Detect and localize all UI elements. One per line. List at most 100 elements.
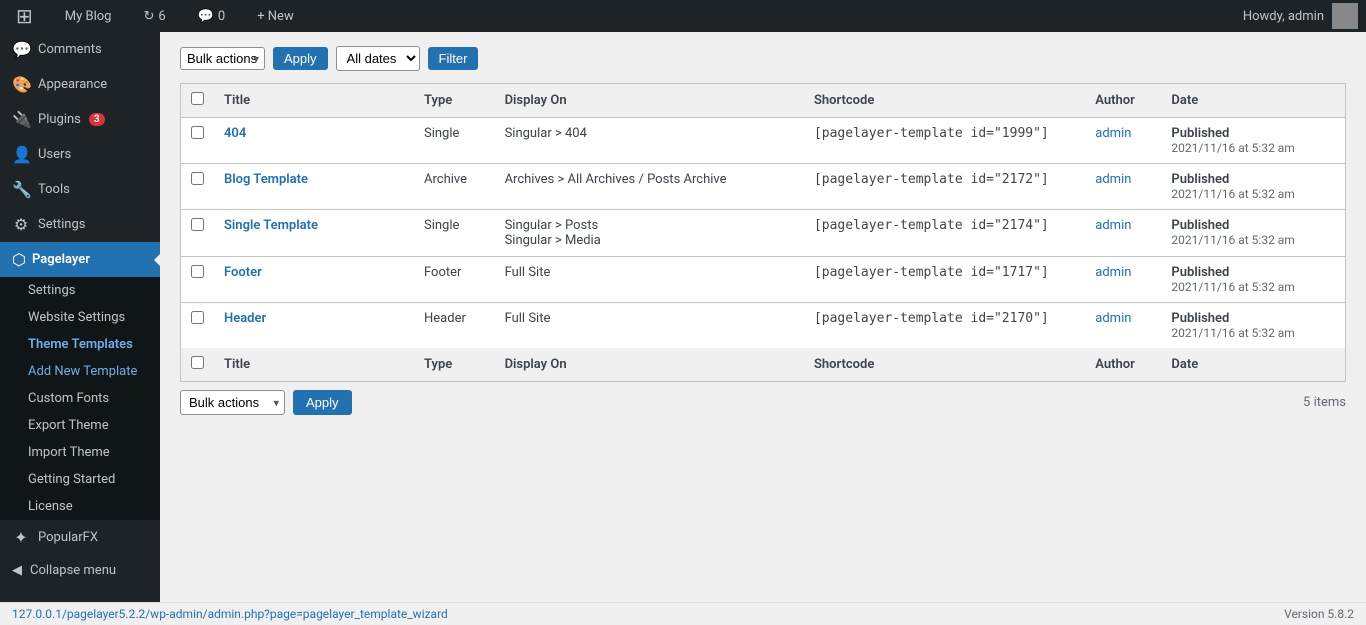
filter-button[interactable]: Filter xyxy=(428,47,479,70)
submenu-website-settings[interactable]: Website Settings xyxy=(0,304,160,331)
collapse-icon: ◀ xyxy=(12,563,22,578)
updates-item[interactable]: ↻ 6 xyxy=(135,0,173,32)
col-check-all-bottom[interactable] xyxy=(181,348,215,382)
collapse-menu-button[interactable]: ◀ Collapse menu xyxy=(0,555,160,586)
row-date: 2021/11/16 at 5:32 am xyxy=(1171,280,1335,294)
row-shortcode-cell: [pagelayer-template id="1999"] xyxy=(804,118,1085,164)
col-author-bottom[interactable]: Author xyxy=(1085,348,1161,382)
new-content[interactable]: + New xyxy=(249,0,302,32)
sidebar-item-popularfx[interactable]: ✦ PopularFX xyxy=(0,520,160,555)
col-shortcode[interactable]: Shortcode xyxy=(804,84,1085,118)
row-checkbox-cell[interactable] xyxy=(181,210,215,257)
row-type-cell: Header xyxy=(414,303,495,349)
comments-icon: 💬 xyxy=(12,40,30,59)
tools-icon: 🔧 xyxy=(12,180,30,199)
collapse-label: Collapse menu xyxy=(30,563,116,578)
sidebar-settings-label: Settings xyxy=(38,217,85,232)
submenu-add-new-template[interactable]: Add New Template xyxy=(0,358,160,385)
row-author-link[interactable]: admin xyxy=(1095,311,1131,326)
row-type-cell: Archive xyxy=(414,164,495,210)
row-title-link[interactable]: Blog Template xyxy=(224,172,308,187)
row-title-link[interactable]: Header xyxy=(224,311,266,326)
row-author-link[interactable]: admin xyxy=(1095,126,1131,141)
new-label: + New xyxy=(257,9,294,24)
appearance-icon: 🎨 xyxy=(12,75,30,94)
row-title-link[interactable]: Single Template xyxy=(224,218,318,233)
sidebar-item-plugins[interactable]: 🔌 Plugins 3 xyxy=(0,102,160,137)
check-all-bottom-checkbox[interactable] xyxy=(191,356,204,369)
col-date-bottom[interactable]: Date xyxy=(1161,348,1345,382)
sidebar-item-users[interactable]: 👤 Users xyxy=(0,137,160,172)
row-status: Published xyxy=(1171,126,1335,141)
row-author-link[interactable]: admin xyxy=(1095,218,1131,233)
row-author-link[interactable]: admin xyxy=(1095,265,1131,280)
submenu-import-theme[interactable]: Import Theme xyxy=(0,439,160,466)
tablenav-bottom: Bulk actions Apply 5 items xyxy=(180,390,1346,415)
sidebar-item-appearance[interactable]: 🎨 Appearance xyxy=(0,67,160,102)
site-name[interactable]: My Blog xyxy=(57,0,120,32)
submenu-license[interactable]: License xyxy=(0,493,160,520)
submenu-theme-templates[interactable]: Theme Templates xyxy=(0,331,160,358)
row-checkbox-cell[interactable] xyxy=(181,118,215,164)
row-checkbox[interactable] xyxy=(191,311,204,324)
row-title-cell: Footer xyxy=(214,257,414,303)
avatar[interactable] xyxy=(1332,3,1358,29)
col-type-bottom[interactable]: Type xyxy=(414,348,495,382)
row-shortcode-cell: [pagelayer-template id="1717"] xyxy=(804,257,1085,303)
row-title-cell: Blog Template xyxy=(214,164,414,210)
col-title[interactable]: Title xyxy=(214,84,414,118)
col-type[interactable]: Type xyxy=(414,84,495,118)
row-title-cell: Header xyxy=(214,303,414,349)
row-author-link[interactable]: admin xyxy=(1095,172,1131,187)
tablenav-bottom-left: Bulk actions Apply xyxy=(180,390,352,415)
submenu-settings[interactable]: Settings xyxy=(0,277,160,304)
col-author[interactable]: Author xyxy=(1085,84,1161,118)
row-checkbox[interactable] xyxy=(191,172,204,185)
comments-item[interactable]: 💬 0 xyxy=(190,0,234,32)
row-shortcode-cell: [pagelayer-template id="2174"] xyxy=(804,210,1085,257)
submenu-export-theme[interactable]: Export Theme xyxy=(0,412,160,439)
col-display-on-bottom[interactable]: Display On xyxy=(495,348,804,382)
table-body: 404 Single Singular > 404 [pagelayer-tem… xyxy=(181,118,1346,349)
check-all-checkbox[interactable] xyxy=(191,92,204,105)
col-title-bottom[interactable]: Title xyxy=(214,348,414,382)
row-date-cell: Published 2021/11/16 at 5:32 am xyxy=(1161,257,1345,303)
row-checkbox-cell[interactable] xyxy=(181,257,215,303)
sidebar-item-settings[interactable]: ⚙ Settings xyxy=(0,207,160,242)
wp-logo[interactable]: ⊞ xyxy=(8,0,41,32)
bulk-actions-top-select[interactable]: Bulk actions xyxy=(180,47,265,70)
row-checkbox[interactable] xyxy=(191,126,204,139)
sidebar-item-tools[interactable]: 🔧 Tools xyxy=(0,172,160,207)
col-shortcode-bottom[interactable]: Shortcode xyxy=(804,348,1085,382)
row-display-on-cell: Archives > All Archives / Posts Archive xyxy=(495,164,804,210)
row-shortcode-cell: [pagelayer-template id="2172"] xyxy=(804,164,1085,210)
items-count: 5 items xyxy=(1303,395,1346,410)
all-dates-select[interactable]: All dates xyxy=(336,46,420,71)
bulk-actions-bottom-select[interactable]: Bulk actions xyxy=(180,390,285,415)
row-title-link[interactable]: 404 xyxy=(224,126,246,141)
row-title-link[interactable]: Footer xyxy=(224,265,262,280)
comment-icon: 💬 xyxy=(198,9,214,24)
row-author-cell: admin xyxy=(1085,303,1161,349)
row-date: 2021/11/16 at 5:32 am xyxy=(1171,326,1335,340)
howdy-text: Howdy, admin xyxy=(1243,9,1324,24)
bulk-actions-bottom-wrap: Bulk actions xyxy=(180,390,285,415)
row-display-on-cell: Full Site xyxy=(495,257,804,303)
apply-bottom-button[interactable]: Apply xyxy=(293,390,352,415)
row-checkbox-cell[interactable] xyxy=(181,303,215,349)
submenu-custom-fonts[interactable]: Custom Fonts xyxy=(0,385,160,412)
users-icon: 👤 xyxy=(12,145,30,164)
row-checkbox[interactable] xyxy=(191,218,204,231)
col-date[interactable]: Date xyxy=(1161,84,1345,118)
row-type-cell: Single xyxy=(414,210,495,257)
sidebar-item-comments[interactable]: 💬 Comments xyxy=(0,32,160,67)
sidebar-item-pagelayer[interactable]: ⬡ Pagelayer xyxy=(0,242,160,277)
row-checkbox[interactable] xyxy=(191,265,204,278)
row-shortcode-cell: [pagelayer-template id="2170"] xyxy=(804,303,1085,349)
apply-top-button[interactable] xyxy=(273,47,328,70)
row-checkbox-cell[interactable] xyxy=(181,164,215,210)
submenu-getting-started[interactable]: Getting Started xyxy=(0,466,160,493)
col-check-all[interactable] xyxy=(181,84,215,118)
col-display-on[interactable]: Display On xyxy=(495,84,804,118)
bulk-actions-top-wrap: Bulk actions xyxy=(180,47,265,70)
